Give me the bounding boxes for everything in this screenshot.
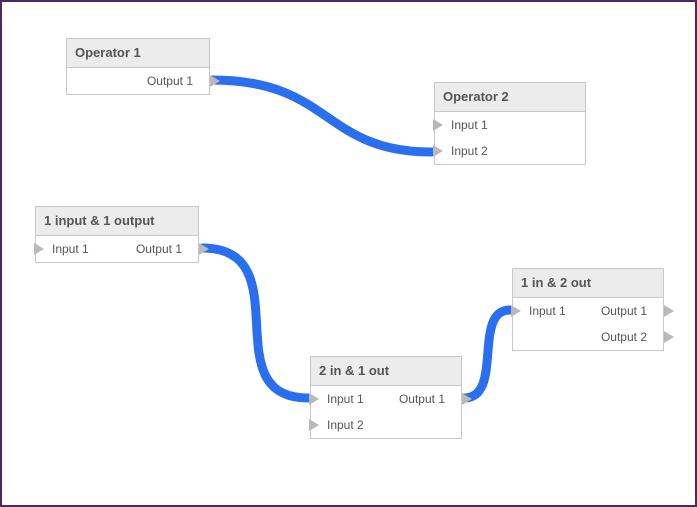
input-label: Input 2 [327,412,364,438]
port-row-output: Output 2 [513,324,663,350]
port-row-input: Input 1 [435,112,585,138]
node-title: 2 in & 1 out [311,357,461,386]
edge-io11-in21 [202,248,308,398]
port-row-output: Output 1 [67,68,209,94]
triangle-icon[interactable] [433,119,443,131]
output-label: Output 2 [601,324,647,350]
node-op1[interactable]: Operator 1 Output 1 [66,38,210,95]
input-label: Input 1 [529,298,566,324]
triangle-icon[interactable] [309,393,319,405]
output-label: Output 1 [399,386,445,412]
node-op2[interactable]: Operator 2 Input 1 Input 2 [434,82,586,165]
edge-in21-in12 [464,310,510,398]
port-row-io: Input 1 Output 1 [36,236,198,262]
triangle-icon[interactable] [210,75,220,87]
node-in21[interactable]: 2 in & 1 out Input 1 Output 1 Input 2 [310,356,462,439]
triangle-icon[interactable] [664,331,674,343]
edge-op1-op2 [212,80,432,152]
triangle-icon[interactable] [462,393,472,405]
output-label: Output 1 [601,298,647,324]
triangle-icon[interactable] [34,243,44,255]
triangle-icon[interactable] [664,305,674,317]
node-in12[interactable]: 1 in & 2 out Input 1 Output 1 Output 2 [512,268,664,351]
node-title: Operator 2 [435,83,585,112]
triangle-icon[interactable] [433,145,443,157]
input-label: Input 2 [451,138,488,164]
port-row-io: Input 1 Output 1 [513,298,663,324]
diagram-canvas: Operator 1 Output 1 Operator 2 Input 1 I… [0,0,697,507]
node-title: 1 in & 2 out [513,269,663,298]
node-title: Operator 1 [67,39,209,68]
port-row-input: Input 2 [435,138,585,164]
input-label: Input 1 [52,236,89,262]
output-label: Output 1 [136,236,182,262]
triangle-icon[interactable] [309,419,319,431]
port-row-io: Input 1 Output 1 [311,386,461,412]
triangle-icon[interactable] [511,305,521,317]
output-label: Output 1 [147,68,193,94]
input-label: Input 1 [327,386,364,412]
node-io11[interactable]: 1 input & 1 output Input 1 Output 1 [35,206,199,263]
port-row-input: Input 2 [311,412,461,438]
triangle-icon[interactable] [199,243,209,255]
input-label: Input 1 [451,112,488,138]
node-title: 1 input & 1 output [36,207,198,236]
